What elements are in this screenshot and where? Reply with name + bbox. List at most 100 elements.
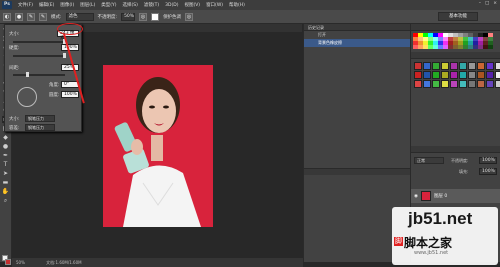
style-preset[interactable]: [486, 71, 494, 79]
mode-label: 模式:: [51, 14, 62, 20]
brush-preset-picker[interactable]: ●: [15, 12, 23, 21]
layer-opacity-label: 不透明度:: [451, 158, 469, 163]
style-preset[interactable]: [414, 80, 422, 88]
path-select-icon[interactable]: ➤: [2, 170, 10, 177]
style-preset[interactable]: [477, 62, 485, 70]
style-preset[interactable]: [468, 62, 476, 70]
window-controls: – □ ×: [479, 1, 497, 6]
size-control-select[interactable]: 钢笔压力: [25, 115, 55, 122]
spacing-slider-knob[interactable]: [26, 72, 29, 77]
pressure-size-icon[interactable]: ◎: [185, 12, 194, 21]
style-preset[interactable]: [495, 71, 500, 79]
brush-icon[interactable]: ✎: [39, 12, 47, 21]
watermark-site: jb51.net: [408, 209, 473, 228]
style-preset[interactable]: [450, 80, 458, 88]
type-tool-icon[interactable]: T: [2, 161, 10, 168]
tool-preset-icon[interactable]: ◐: [3, 12, 11, 21]
canvas-photo[interactable]: [103, 65, 213, 227]
menu-edit[interactable]: 编辑(E): [39, 2, 54, 8]
style-preset[interactable]: [486, 62, 494, 70]
brush-panel-icon[interactable]: ✎: [27, 12, 35, 21]
style-preset[interactable]: [468, 71, 476, 79]
menu-layer[interactable]: 图层(L): [80, 2, 95, 8]
background-color-swatch[interactable]: [5, 259, 11, 265]
roundness-label: 圆度:: [49, 93, 60, 98]
styles-grid: [414, 62, 500, 88]
pressure-opacity-icon[interactable]: ◎: [139, 12, 148, 21]
hardness-slider[interactable]: [13, 53, 66, 58]
style-preset[interactable]: [450, 62, 458, 70]
style-preset[interactable]: [441, 80, 449, 88]
opacity-input[interactable]: 50%: [121, 12, 136, 21]
tolerance-select[interactable]: 钢笔压力: [25, 124, 55, 131]
style-preset[interactable]: [441, 71, 449, 79]
close-icon[interactable]: ×: [493, 1, 497, 6]
zoom-tool-icon[interactable]: ⌕: [2, 197, 10, 204]
menu-3d[interactable]: 3D(D): [165, 3, 178, 8]
style-preset[interactable]: [450, 71, 458, 79]
style-preset[interactable]: [477, 80, 485, 88]
maximize-icon[interactable]: □: [485, 1, 489, 6]
style-preset[interactable]: [468, 80, 476, 88]
menu-bar: Ps 文件(F) 编辑(E) 图像(I) 图层(L) 类型(Y) 选择(S) 滤…: [0, 0, 500, 10]
style-preset[interactable]: [432, 80, 440, 88]
menu-type[interactable]: 类型(Y): [101, 2, 116, 8]
style-preset[interactable]: [459, 80, 467, 88]
menu-window[interactable]: 窗口(W): [206, 2, 223, 8]
history-item-bg-eraser[interactable]: 背景色橡皮擦: [304, 39, 410, 47]
brush-preset-popup: 大小: 243 像素 硬度: 100% 间距: 25% 角度: 0° 圆度: 1…: [4, 24, 82, 132]
menu-select[interactable]: 选择(S): [123, 2, 138, 8]
hardness-slider-knob[interactable]: [63, 53, 66, 58]
menu-help[interactable]: 帮助(H): [229, 2, 245, 8]
spacing-input[interactable]: 25%: [61, 64, 79, 71]
visibility-eye-icon[interactable]: ◉: [414, 194, 418, 199]
brush-angle-circle[interactable]: [17, 87, 37, 107]
fill-input[interactable]: 100%: [479, 168, 497, 175]
style-preset[interactable]: [414, 62, 422, 70]
style-preset[interactable]: [423, 71, 431, 79]
workspace-select[interactable]: 基本功能: [438, 12, 478, 21]
swatch[interactable]: [488, 45, 493, 49]
layer-opacity-input[interactable]: 100%: [479, 157, 497, 164]
style-preset[interactable]: [459, 71, 467, 79]
history-item-open[interactable]: 打开: [304, 31, 410, 39]
protect-tones-label: 保护色调: [163, 14, 182, 20]
swatches-grid: [413, 33, 500, 49]
style-preset[interactable]: [486, 80, 494, 88]
menu-file[interactable]: 文件(F): [18, 2, 33, 8]
pen-tool-icon[interactable]: ✒: [2, 152, 10, 159]
spacing-slider[interactable]: [13, 72, 65, 77]
size-slider[interactable]: [13, 39, 66, 44]
style-preset[interactable]: [441, 62, 449, 70]
style-preset[interactable]: [423, 80, 431, 88]
dodge-tool-icon[interactable]: ●: [2, 143, 10, 150]
watermark-logo-icon: 脚: [394, 237, 403, 246]
roundness-input[interactable]: 100%: [61, 91, 79, 98]
photoshop-logo: Ps: [2, 1, 12, 9]
hardness-input[interactable]: 100%: [61, 44, 79, 51]
menu-filter[interactable]: 滤镜(T): [144, 2, 159, 8]
style-preset[interactable]: [495, 62, 500, 70]
blend-mode-select[interactable]: 正常: [414, 157, 444, 164]
menu-image[interactable]: 图像(I): [60, 2, 74, 8]
style-preset[interactable]: [414, 71, 422, 79]
history-panel-title: 历史记录: [304, 24, 410, 31]
zoom-level[interactable]: 50%: [16, 260, 25, 265]
layer-name[interactable]: 图层 0: [434, 193, 447, 199]
style-preset[interactable]: [423, 62, 431, 70]
minimize-icon[interactable]: –: [479, 1, 481, 6]
size-label: 大小:: [9, 32, 20, 37]
style-preset[interactable]: [495, 80, 500, 88]
menu-view[interactable]: 视图(V): [184, 2, 200, 8]
layer-row[interactable]: ◉ 图层 0: [411, 189, 500, 203]
hand-tool-icon[interactable]: ✋: [2, 188, 10, 195]
style-preset[interactable]: [432, 62, 440, 70]
style-preset[interactable]: [432, 71, 440, 79]
style-preset[interactable]: [477, 71, 485, 79]
blur-tool-icon[interactable]: ◆: [2, 134, 10, 141]
style-preset[interactable]: [459, 62, 467, 70]
spacing-label: 间距:: [9, 66, 20, 71]
mode-select[interactable]: 滤色: [65, 12, 94, 21]
protect-tones-checkbox[interactable]: [151, 12, 160, 21]
shape-tool-icon[interactable]: ▬: [2, 179, 10, 186]
